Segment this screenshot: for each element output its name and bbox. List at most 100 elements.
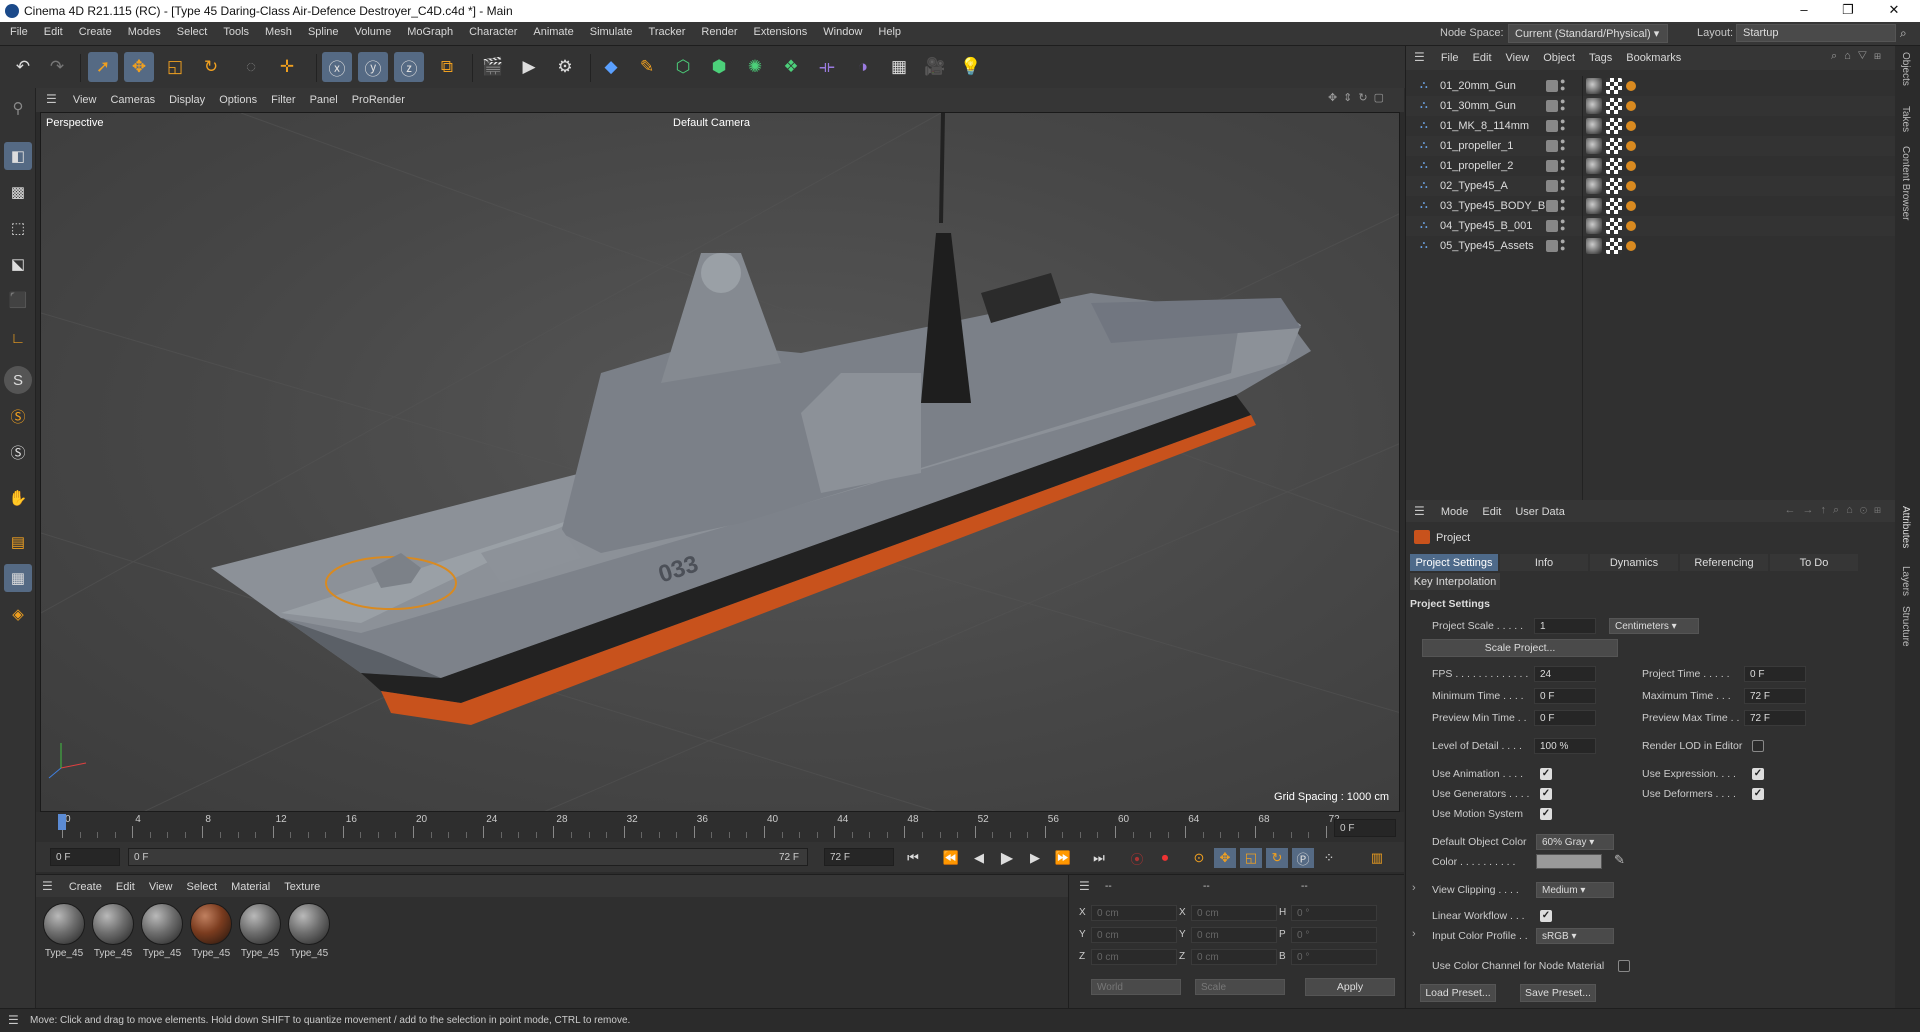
layer-checkbox-icon[interactable] <box>1546 200 1558 212</box>
visibility-dots-icon[interactable]: ● ● <box>1560 137 1565 153</box>
model-mode-icon[interactable]: ◧ <box>4 142 32 170</box>
viewport-hamburger-icon[interactable]: ☰ <box>36 88 63 106</box>
prev-key-icon[interactable]: ⏪ <box>940 848 962 868</box>
phong-tag-icon[interactable] <box>1586 178 1602 194</box>
next-key-icon[interactable]: ⏩ <box>1052 848 1074 868</box>
key-position-icon[interactable]: ✥ <box>1214 848 1236 868</box>
subdivision-surface-icon[interactable]: ⬡ <box>668 52 698 82</box>
coord-value-field[interactable]: 0 ° <box>1291 927 1377 943</box>
phong-tag-icon[interactable] <box>1586 98 1602 114</box>
play-icon[interactable]: ▶ <box>996 848 1018 868</box>
object-menu-bookmarks[interactable]: Bookmarks <box>1619 47 1688 64</box>
field-icon[interactable]: ◑ <box>848 52 878 82</box>
start-frame-field[interactable]: 0 F <box>50 848 120 866</box>
view-clipping-expand-icon[interactable]: › <box>1412 882 1416 894</box>
key-scale-icon[interactable]: ◱ <box>1240 848 1262 868</box>
viewport-menu-prorender[interactable]: ProRender <box>345 89 412 106</box>
status-hamburger-icon[interactable]: ☰ <box>8 1013 19 1027</box>
linear-workflow-checkbox[interactable]: ✓ <box>1540 910 1552 922</box>
scale-tool-icon[interactable]: ◱ <box>160 52 190 82</box>
side-tab-attributes[interactable]: Attributes <box>1900 506 1911 548</box>
material-swatch[interactable]: Type_45 <box>140 903 184 959</box>
scale-project-button[interactable]: Scale Project... <box>1422 639 1618 657</box>
layer-checkbox-icon[interactable] <box>1546 120 1558 132</box>
use-expression-checkbox[interactable]: ✓ <box>1752 768 1764 780</box>
attr-menu-user-data[interactable]: User Data <box>1508 501 1572 518</box>
workplane-snap-icon[interactable]: Ⓢ <box>4 438 32 466</box>
range-slider[interactable]: 0 F 72 F <box>128 848 808 866</box>
tab-key-interpolation[interactable]: Key Interpolation <box>1410 573 1500 590</box>
viewport-menu-display[interactable]: Display <box>162 89 212 106</box>
object-row[interactable]: ⛬ 02_Type45_A ● ● <box>1406 176 1896 196</box>
node-space-dropdown[interactable]: Current (Standard/Physical) ▾ <box>1508 24 1668 43</box>
object-row[interactable]: ⛬ 01_30mm_Gun ● ● <box>1406 96 1896 116</box>
tab-info[interactable]: Info <box>1500 554 1588 571</box>
color-swatch[interactable] <box>1536 854 1602 869</box>
extrude-icon[interactable]: ⬢ <box>704 52 734 82</box>
default-color-dropdown[interactable]: 60% Gray ▾ <box>1536 834 1614 850</box>
menu-edit[interactable]: Edit <box>36 22 71 38</box>
object-row[interactable]: ⛬ 01_20mm_Gun ● ● <box>1406 76 1896 96</box>
menu-tracker[interactable]: Tracker <box>641 22 694 38</box>
side-tab-layers[interactable]: Layers <box>1900 566 1911 596</box>
viewport-menu-view[interactable]: View <box>66 89 104 106</box>
layer-checkbox-icon[interactable] <box>1546 100 1558 112</box>
move-tool-icon[interactable]: ✥ <box>124 52 154 82</box>
points-mode-icon[interactable]: ⬚ <box>4 214 32 242</box>
visibility-dots-icon[interactable]: ● ● <box>1560 177 1565 193</box>
material-swatch[interactable]: Type_45 <box>287 903 331 959</box>
visibility-dots-icon[interactable]: ● ● <box>1560 217 1565 233</box>
material-swatch[interactable]: Type_45 <box>238 903 282 959</box>
menu-window[interactable]: Window <box>815 22 870 38</box>
material-tag-icon[interactable] <box>1626 181 1636 191</box>
object-row[interactable]: ⛬ 01_propeller_1 ● ● <box>1406 136 1896 156</box>
side-tab-structure[interactable]: Structure <box>1900 606 1911 647</box>
tab-project-settings[interactable]: Project Settings <box>1410 554 1498 571</box>
viewport-menu-cameras[interactable]: Cameras <box>103 89 162 106</box>
cube-object-icon[interactable]: ◆ <box>596 52 626 82</box>
key-selection-icon[interactable]: ⊙ <box>1188 848 1210 868</box>
layer-checkbox-icon[interactable] <box>1546 180 1558 192</box>
undo-icon[interactable]: ↶ <box>8 52 38 82</box>
world-dropdown[interactable]: World <box>1091 979 1181 995</box>
timeline-playhead[interactable] <box>58 814 66 830</box>
min-time-field[interactable]: 0 F <box>1534 688 1596 704</box>
menu-file[interactable]: File <box>2 22 36 38</box>
phong-tag-icon[interactable] <box>1586 218 1602 234</box>
phong-tag-icon[interactable] <box>1586 138 1602 154</box>
tab-dynamics[interactable]: Dynamics <box>1590 554 1678 571</box>
material-swatch[interactable]: Type_45 <box>189 903 233 959</box>
camera-icon[interactable]: 🎥 <box>920 52 950 82</box>
record-keys-icon[interactable]: ⦿ <box>1126 848 1148 868</box>
x-axis-lock-icon[interactable]: ⓧ <box>322 52 352 82</box>
edges-mode-icon[interactable]: ⬕ <box>4 250 32 278</box>
coordinate-tool-icon[interactable]: ✛ <box>272 52 302 82</box>
material-swatch[interactable]: Type_45 <box>91 903 135 959</box>
input-profile-dropdown[interactable]: sRGB ▾ <box>1536 928 1614 944</box>
menu-simulate[interactable]: Simulate <box>582 22 641 38</box>
material-tag-icon[interactable] <box>1626 141 1636 151</box>
material-tag-icon[interactable] <box>1626 81 1636 91</box>
object-search-icons[interactable]: ⌕⌂▽⊞ <box>1831 50 1888 63</box>
menu-render[interactable]: Render <box>693 22 745 38</box>
render-lod-checkbox[interactable] <box>1752 740 1764 752</box>
input-profile-expand-icon[interactable]: › <box>1412 928 1416 940</box>
layer-checkbox-icon[interactable] <box>1546 160 1558 172</box>
search-icon[interactable]: ⌕ <box>1900 26 1907 41</box>
workplane-icon[interactable]: ▤ <box>4 528 32 556</box>
lod-field[interactable]: 100 % <box>1534 738 1596 754</box>
fps-field[interactable]: 24 <box>1534 666 1596 682</box>
viewport-nav-icons[interactable]: ✥⇕↻▢ <box>1328 91 1390 104</box>
mograph-icon[interactable]: ❖ <box>776 52 806 82</box>
coord-value-field[interactable]: 0 cm <box>1191 949 1277 965</box>
cloner-icon[interactable]: ✺ <box>740 52 770 82</box>
object-row[interactable]: ⛬ 01_MK_8_114mm ● ● <box>1406 116 1896 136</box>
texture-tag-icon[interactable] <box>1606 198 1622 214</box>
menu-animate[interactable]: Animate <box>525 22 581 38</box>
goto-start-icon[interactable]: ⏮ <box>902 848 924 868</box>
visibility-dots-icon[interactable]: ● ● <box>1560 157 1565 173</box>
side-tab-objects[interactable]: Objects <box>1900 52 1911 86</box>
render-view-icon[interactable]: 🎬 <box>478 52 508 82</box>
texture-tag-icon[interactable] <box>1606 238 1622 254</box>
project-scale-unit-dropdown[interactable]: Centimeters ▾ <box>1609 618 1699 634</box>
